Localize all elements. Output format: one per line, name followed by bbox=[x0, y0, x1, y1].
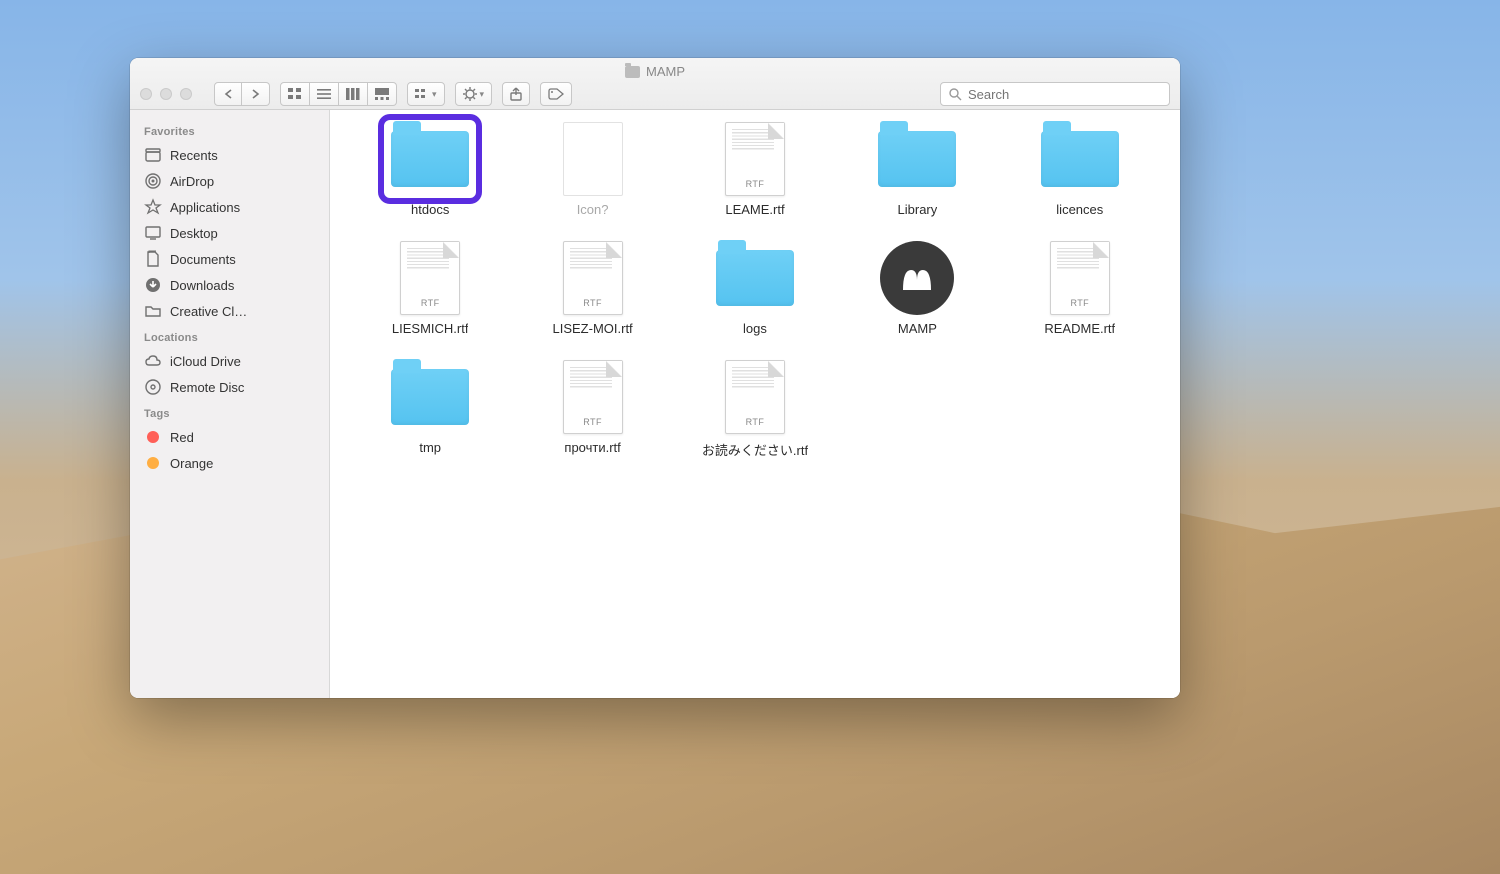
action-button[interactable]: ▾ bbox=[455, 82, 493, 106]
column-view-button[interactable] bbox=[339, 82, 368, 106]
airdrop-icon bbox=[144, 172, 162, 190]
traffic-lights bbox=[140, 88, 204, 100]
file-item[interactable]: logs bbox=[680, 243, 830, 336]
sidebar-item-applications[interactable]: Applications bbox=[130, 194, 329, 220]
file-label: お読みください.rtf bbox=[702, 440, 808, 459]
sidebar-item-label: Creative Cl… bbox=[170, 304, 247, 319]
sidebar-item-label: Downloads bbox=[170, 278, 234, 293]
file-label: README.rtf bbox=[1044, 321, 1115, 336]
close-button[interactable] bbox=[140, 88, 152, 100]
sidebar-item-icloud-drive[interactable]: iCloud Drive bbox=[130, 348, 329, 374]
file-label: tmp bbox=[419, 440, 441, 455]
list-view-button[interactable] bbox=[310, 82, 339, 106]
file-label: Icon? bbox=[577, 202, 609, 217]
sidebar-item-label: AirDrop bbox=[170, 174, 214, 189]
documents-icon bbox=[144, 250, 162, 268]
file-label: прочти.rtf bbox=[564, 440, 620, 455]
rtf-file-icon: RTF bbox=[713, 124, 797, 194]
tag-icon bbox=[144, 428, 162, 446]
folder-icon bbox=[144, 302, 162, 320]
file-label: LISEZ-MOI.rtf bbox=[553, 321, 633, 336]
file-label: LIESMICH.rtf bbox=[392, 321, 469, 336]
sidebar-section-header: Favorites bbox=[130, 118, 329, 142]
file-item[interactable]: RTF LIESMICH.rtf bbox=[355, 243, 505, 336]
file-label: Library bbox=[898, 202, 938, 217]
icon-view-button[interactable] bbox=[280, 82, 310, 106]
sidebar-item-desktop[interactable]: Desktop bbox=[130, 220, 329, 246]
sidebar-item-label: Recents bbox=[170, 148, 218, 163]
applications-icon bbox=[144, 198, 162, 216]
folder-icon bbox=[625, 66, 640, 78]
search-input[interactable] bbox=[968, 87, 1161, 102]
file-label: LEAME.rtf bbox=[725, 202, 784, 217]
sidebar-item-airdrop[interactable]: AirDrop bbox=[130, 168, 329, 194]
sidebar-item-label: Red bbox=[170, 430, 194, 445]
disc-icon bbox=[144, 378, 162, 396]
file-item[interactable]: htdocs bbox=[355, 124, 505, 217]
sidebar-item-label: Documents bbox=[170, 252, 236, 267]
file-label: htdocs bbox=[411, 202, 449, 217]
file-item[interactable]: MAMP bbox=[842, 243, 992, 336]
folder-icon bbox=[1038, 124, 1122, 194]
sidebar-item-red[interactable]: Red bbox=[130, 424, 329, 450]
tags-button[interactable] bbox=[540, 82, 572, 106]
downloads-icon bbox=[144, 276, 162, 294]
sidebar-item-label: iCloud Drive bbox=[170, 354, 241, 369]
file-item[interactable]: RTF LISEZ-MOI.rtf bbox=[518, 243, 668, 336]
sidebar: Favorites Recents AirDrop Applications Deskt… bbox=[130, 110, 330, 698]
sidebar-item-downloads[interactable]: Downloads bbox=[130, 272, 329, 298]
sidebar-item-documents[interactable]: Documents bbox=[130, 246, 329, 272]
search-field[interactable] bbox=[940, 82, 1170, 106]
file-item[interactable]: RTF README.rtf bbox=[1005, 243, 1155, 336]
sidebar-section-header: Tags bbox=[130, 400, 329, 424]
sidebar-item-label: Orange bbox=[170, 456, 213, 471]
folder-icon bbox=[713, 243, 797, 313]
file-item[interactable]: tmp bbox=[355, 362, 505, 459]
file-label: MAMP bbox=[898, 321, 937, 336]
file-item[interactable]: Library bbox=[842, 124, 992, 217]
file-label: licences bbox=[1056, 202, 1103, 217]
folder-icon bbox=[875, 124, 959, 194]
back-button[interactable] bbox=[214, 82, 242, 106]
forward-button[interactable] bbox=[242, 82, 270, 106]
sidebar-item-label: Applications bbox=[170, 200, 240, 215]
file-item[interactable]: RTF прочти.rtf bbox=[518, 362, 668, 459]
sidebar-item-recents[interactable]: Recents bbox=[130, 142, 329, 168]
share-button[interactable] bbox=[502, 82, 530, 106]
folder-icon bbox=[388, 124, 472, 194]
finder-window: MAMP ▾ ▾ bbox=[130, 58, 1180, 698]
file-label: logs bbox=[743, 321, 767, 336]
rtf-file-icon: RTF bbox=[713, 362, 797, 432]
rtf-file-icon: RTF bbox=[1038, 243, 1122, 313]
folder-icon bbox=[388, 362, 472, 432]
minimize-button[interactable] bbox=[160, 88, 172, 100]
sidebar-item-orange[interactable]: Orange bbox=[130, 450, 329, 476]
file-content-area[interactable]: htdocs Icon? RTF LEAME.rtf Library licences RT… bbox=[330, 110, 1180, 698]
gallery-view-button[interactable] bbox=[368, 82, 397, 106]
arrange-button[interactable]: ▾ bbox=[407, 82, 445, 106]
sidebar-item-label: Desktop bbox=[170, 226, 218, 241]
sidebar-item-label: Remote Disc bbox=[170, 380, 244, 395]
blank-file-icon bbox=[551, 124, 635, 194]
file-item[interactable]: RTF お読みください.rtf bbox=[680, 362, 830, 459]
rtf-file-icon: RTF bbox=[388, 243, 472, 313]
recents-icon bbox=[144, 146, 162, 164]
rtf-file-icon: RTF bbox=[551, 243, 635, 313]
file-item[interactable]: Icon? bbox=[518, 124, 668, 217]
search-icon bbox=[949, 88, 962, 101]
sidebar-item-creative-cl-[interactable]: Creative Cl… bbox=[130, 298, 329, 324]
rtf-file-icon: RTF bbox=[551, 362, 635, 432]
desktop-icon bbox=[144, 224, 162, 242]
window-title-text: MAMP bbox=[646, 64, 685, 79]
file-item[interactable]: licences bbox=[1005, 124, 1155, 217]
sidebar-item-remote-disc[interactable]: Remote Disc bbox=[130, 374, 329, 400]
zoom-button[interactable] bbox=[180, 88, 192, 100]
file-item[interactable]: RTF LEAME.rtf bbox=[680, 124, 830, 217]
tag-icon bbox=[144, 454, 162, 472]
window-title: MAMP bbox=[130, 64, 1180, 79]
titlebar: MAMP ▾ ▾ bbox=[130, 58, 1180, 110]
cloud-icon bbox=[144, 352, 162, 370]
mamp-app-icon bbox=[875, 243, 959, 313]
sidebar-section-header: Locations bbox=[130, 324, 329, 348]
